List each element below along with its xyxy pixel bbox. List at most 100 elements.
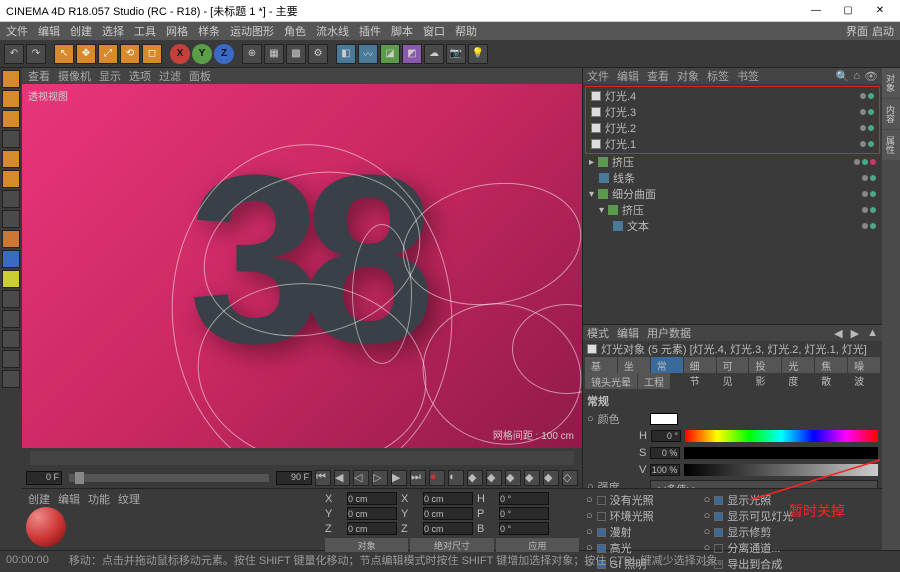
step-back-button[interactable]: ◀ xyxy=(334,470,350,486)
pos-y-field[interactable]: 0 cm xyxy=(347,507,397,520)
object-row[interactable]: ▾挤压 xyxy=(585,202,880,218)
spline-button[interactable]: 〰 xyxy=(358,44,378,64)
scale-tool[interactable]: ⤢ xyxy=(98,44,118,64)
timeline-ruler[interactable] xyxy=(30,451,574,465)
goto-start-button[interactable]: ⏮ xyxy=(315,470,331,486)
size-mode-dropdown[interactable]: 绝对尺寸 xyxy=(410,538,493,552)
undo-button[interactable]: ↶ xyxy=(4,44,24,64)
menu-item[interactable]: 脚本 xyxy=(391,23,413,39)
rot-p-field[interactable]: 0 ° xyxy=(499,507,549,520)
object-row[interactable]: ▾细分曲面 xyxy=(585,186,880,202)
attr-tab[interactable]: 可见 xyxy=(717,357,749,373)
checkbox[interactable] xyxy=(597,512,606,521)
move-tool[interactable]: ✥ xyxy=(76,44,96,64)
environment-button[interactable]: ☁ xyxy=(424,44,444,64)
end-frame-field[interactable]: 90 F xyxy=(276,471,312,485)
rot-h-field[interactable]: 0 ° xyxy=(499,492,549,505)
val-slider[interactable] xyxy=(684,464,878,476)
menu-item[interactable]: 插件 xyxy=(359,23,381,39)
autokey-button[interactable]: ◐ xyxy=(448,470,464,486)
attr-tab[interactable]: 噪波 xyxy=(848,357,880,373)
h-field[interactable]: 0 ° xyxy=(651,430,681,442)
mat-menu-item[interactable]: 功能 xyxy=(88,491,110,505)
attr-menu-item[interactable]: 用户数据 xyxy=(647,325,691,341)
tweak-mode[interactable] xyxy=(2,210,20,228)
menu-item[interactable]: 帮助 xyxy=(455,23,477,39)
checkbox-icon[interactable] xyxy=(591,91,601,101)
mat-menu-item[interactable]: 编辑 xyxy=(58,491,80,505)
menu-item[interactable]: 窗口 xyxy=(423,23,445,39)
menu-item[interactable]: 网格 xyxy=(166,23,188,39)
attr-menu-item[interactable]: 模式 xyxy=(587,325,609,341)
size-y-field[interactable]: 0 cm xyxy=(423,507,473,520)
color-swatch[interactable] xyxy=(650,413,678,425)
side-tab[interactable]: 属性 xyxy=(882,130,900,160)
om-menu-item[interactable]: 查看 xyxy=(647,68,669,84)
pos-z-field[interactable]: 0 cm xyxy=(347,522,397,535)
s-field[interactable]: 0 % xyxy=(650,447,680,459)
object-row[interactable]: 灯光.3 xyxy=(587,104,878,120)
attr-tab[interactable]: 常规 xyxy=(651,357,683,373)
checkbox[interactable] xyxy=(597,528,606,537)
size-z-field[interactable]: 0 cm xyxy=(423,522,473,535)
key-icon[interactable]: ○ xyxy=(587,481,594,488)
side-tab[interactable]: 对象 xyxy=(882,68,900,98)
object-row[interactable]: 灯光.2 xyxy=(587,120,878,136)
menu-item[interactable]: 样条 xyxy=(198,23,220,39)
mode-button[interactable] xyxy=(2,330,20,348)
axis-mode[interactable] xyxy=(2,190,20,208)
workplane-button[interactable] xyxy=(2,250,20,268)
key-button[interactable]: ◆ xyxy=(505,470,521,486)
close-button[interactable]: ✕ xyxy=(866,2,894,20)
key-button[interactable]: ◆ xyxy=(524,470,540,486)
play-back-button[interactable]: ◁ xyxy=(353,470,369,486)
menu-item[interactable]: 创建 xyxy=(70,23,92,39)
axis-z-toggle[interactable]: Z xyxy=(214,44,234,64)
axis-y-toggle[interactable]: Y xyxy=(192,44,212,64)
record-button[interactable]: ● xyxy=(429,470,445,486)
om-menu-item[interactable]: 书签 xyxy=(737,68,759,84)
axis-x-toggle[interactable]: X xyxy=(170,44,190,64)
vp-menu-item[interactable]: 过滤 xyxy=(159,68,181,84)
intensity-field[interactable]: <<多值>> xyxy=(650,480,878,488)
menu-item[interactable]: 选择 xyxy=(102,23,124,39)
coord-sys-button[interactable]: ⊕ xyxy=(242,44,262,64)
edge-mode[interactable] xyxy=(2,150,20,168)
checkbox[interactable] xyxy=(714,496,723,505)
layout-dropdown[interactable]: 启动 xyxy=(872,23,894,39)
key-icon[interactable]: ○ xyxy=(704,494,711,506)
attr-menu-item[interactable]: 编辑 xyxy=(617,325,639,341)
play-button[interactable]: ▷ xyxy=(372,470,388,486)
object-row[interactable]: ▸挤压 xyxy=(585,154,880,170)
om-menu-item[interactable]: 标签 xyxy=(707,68,729,84)
object-row[interactable]: 线条 xyxy=(585,170,880,186)
mode-button[interactable] xyxy=(2,370,20,388)
menu-item[interactable]: 运动图形 xyxy=(230,23,274,39)
vp-menu-item[interactable]: 摄像机 xyxy=(58,68,91,84)
checkbox[interactable] xyxy=(714,528,723,537)
mat-menu-item[interactable]: 纹理 xyxy=(118,491,140,505)
maximize-button[interactable]: ▢ xyxy=(834,2,862,20)
timeline-slider[interactable] xyxy=(69,474,269,482)
snap-button[interactable] xyxy=(2,230,20,248)
object-mode[interactable] xyxy=(2,90,20,108)
render-settings-button[interactable]: ⚙ xyxy=(308,44,328,64)
deformer-button[interactable]: ◩ xyxy=(402,44,422,64)
vp-menu-item[interactable]: 面板 xyxy=(189,68,211,84)
key-icon[interactable]: ○ xyxy=(704,510,711,522)
key-button[interactable]: ◆ xyxy=(486,470,502,486)
key-button[interactable]: ◆ xyxy=(543,470,559,486)
om-menu-item[interactable]: 编辑 xyxy=(617,68,639,84)
select-tool[interactable]: ↖ xyxy=(54,44,74,64)
point-mode[interactable] xyxy=(2,130,20,148)
nav-back-icon[interactable]: ◀ xyxy=(834,327,842,340)
checkbox-icon[interactable] xyxy=(591,123,601,133)
object-row[interactable]: 灯光.4 xyxy=(587,88,878,104)
step-fwd-button[interactable]: ▶ xyxy=(391,470,407,486)
texture-mode[interactable] xyxy=(2,110,20,128)
light-button[interactable]: 💡 xyxy=(468,44,488,64)
menu-item[interactable]: 文件 xyxy=(6,23,28,39)
attr-tab[interactable]: 工程 xyxy=(638,373,670,389)
minimize-button[interactable]: ― xyxy=(802,2,830,20)
redo-button[interactable]: ↷ xyxy=(26,44,46,64)
